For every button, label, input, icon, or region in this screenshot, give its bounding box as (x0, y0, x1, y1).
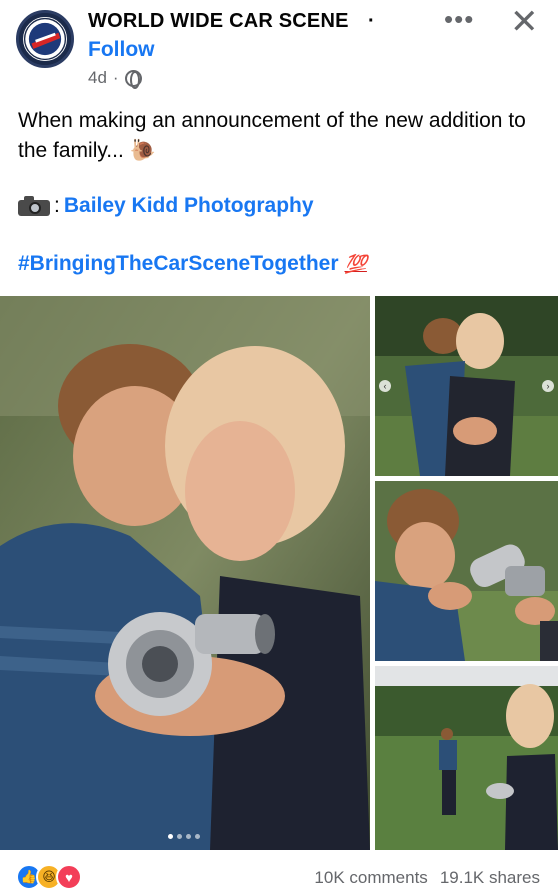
globe-icon (124, 69, 142, 89)
name-separator: · (368, 10, 375, 32)
carousel-dot (186, 834, 191, 839)
more-options-icon[interactable]: ••• (444, 4, 474, 35)
photo-main[interactable] (0, 296, 370, 850)
photo-right-1[interactable]: ‹ › (375, 296, 558, 476)
carousel-dot (195, 834, 200, 839)
page-name[interactable]: WORLD WIDE CAR SCENE (88, 10, 349, 33)
credit-link[interactable]: Bailey Kidd Photography (64, 194, 314, 218)
photo-right-3[interactable] (375, 666, 558, 850)
credit-colon: : (54, 194, 60, 217)
close-icon[interactable]: ✕ (510, 2, 539, 42)
carousel-dot (177, 834, 182, 839)
shares-count[interactable]: 19.1K shares (440, 868, 540, 888)
post-header: WORLD WIDE CAR SCENE · Follow 4d · ••• ✕ (0, 0, 558, 100)
comments-count[interactable]: 10K comments (314, 868, 427, 888)
post-footer: 👍 😆 ♥ 10K comments 19.1K shares (0, 856, 558, 895)
hashtag-line: #BringingTheCarSceneTogether 💯 (18, 252, 367, 276)
chevron-right-icon: › (542, 380, 554, 392)
follow-button[interactable]: Follow (88, 38, 155, 62)
carousel-dots (168, 834, 200, 839)
love-reaction-icon: ♥ (56, 864, 82, 890)
post-caption: When making an announcement of the new a… (18, 109, 526, 162)
photo-right-2[interactable] (375, 481, 558, 661)
post-age[interactable]: 4d (88, 68, 107, 88)
chevron-left-icon: ‹ (379, 380, 391, 392)
camera-icon (18, 195, 50, 217)
page-avatar[interactable] (16, 10, 74, 68)
carousel-dot (168, 834, 173, 839)
photo-credit: : Bailey Kidd Photography (18, 194, 314, 218)
post-meta: 4d · (88, 68, 142, 89)
meta-separator: · (112, 68, 119, 87)
engagement-counts: 10K comments 19.1K shares (314, 868, 540, 888)
reaction-summary[interactable]: 👍 😆 ♥ (16, 864, 82, 890)
hundred-emoji-icon: 💯 (344, 253, 367, 274)
hashtag-link[interactable]: #BringingTheCarSceneTogether (18, 252, 339, 276)
